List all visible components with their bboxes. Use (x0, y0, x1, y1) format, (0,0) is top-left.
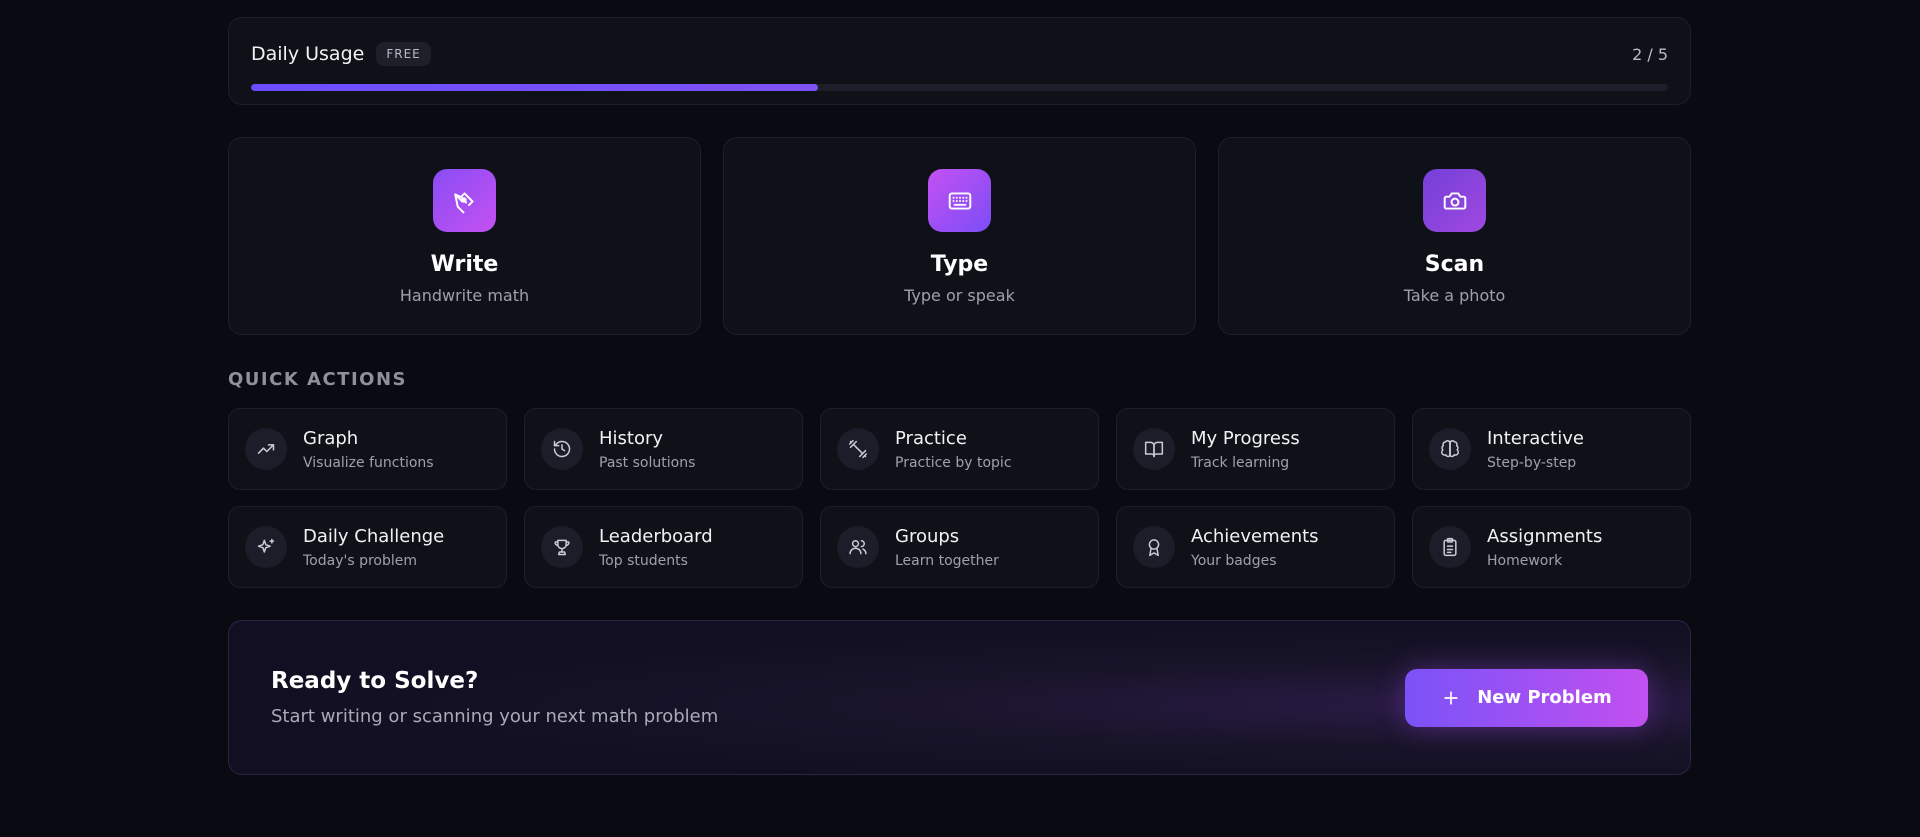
mode-subtitle: Type or speak (904, 286, 1015, 305)
quick-action-title: Practice (895, 427, 967, 449)
brain-icon (1429, 428, 1471, 470)
quick-actions-grid: Graph Visualize functions History Past s… (228, 408, 1691, 588)
write-mode-card[interactable]: Write Handwrite math (228, 137, 701, 335)
usage-count: 2 / 5 (1632, 44, 1668, 64)
history-icon (541, 428, 583, 470)
quick-action-title: Groups (895, 525, 960, 547)
dashboard: Daily Usage FREE 2 / 5 Write Handwrite m… (228, 17, 1691, 775)
quick-action-subtitle: Visualize functions (303, 454, 434, 471)
pen-icon (433, 169, 496, 232)
usage-progress-bar (251, 84, 1668, 91)
quick-action-title: My Progress (1191, 427, 1300, 449)
plus-icon (1441, 688, 1461, 708)
quick-action-subtitle: Learn together (895, 552, 999, 569)
clipboard-icon (1429, 526, 1471, 568)
quick-actions-heading: QUICK ACTIONS (228, 369, 407, 390)
users-icon (837, 526, 879, 568)
camera-icon (1423, 169, 1486, 232)
mode-subtitle: Handwrite math (399, 286, 530, 305)
quick-action-achievements[interactable]: Achievements Your badges (1116, 506, 1395, 588)
usage-progress-fill (251, 84, 818, 91)
quick-action-subtitle: Past solutions (599, 454, 696, 471)
mode-subtitle: Take a photo (1403, 286, 1506, 305)
type-mode-card[interactable]: Type Type or speak (723, 137, 1196, 335)
quick-action-title: Leaderboard (599, 525, 713, 547)
quick-action-title: History (599, 427, 664, 449)
quick-action-title: Interactive (1487, 427, 1584, 449)
quick-action-practice[interactable]: Practice Practice by topic (820, 408, 1099, 490)
quick-action-title: Assignments (1487, 525, 1603, 547)
quick-action-my-progress[interactable]: My Progress Track learning (1116, 408, 1395, 490)
quick-action-subtitle: Your badges (1191, 552, 1277, 569)
quick-action-subtitle: Homework (1487, 552, 1563, 569)
keyboard-icon (928, 169, 991, 232)
quick-action-subtitle: Practice by topic (895, 454, 1012, 471)
award-icon (1133, 526, 1175, 568)
cta-subtitle: Start writing or scanning your next math… (271, 706, 719, 727)
quick-action-subtitle: Step-by-step (1487, 454, 1577, 471)
mode-title: Scan (1424, 252, 1485, 277)
trophy-icon (541, 526, 583, 568)
mode-title: Write (430, 252, 499, 277)
quick-action-subtitle: Track learning (1191, 454, 1290, 471)
cta-title: Ready to Solve? (271, 668, 479, 694)
quick-action-subtitle: Top students (599, 552, 688, 569)
quick-action-interactive[interactable]: Interactive Step-by-step (1412, 408, 1691, 490)
daily-usage-card: Daily Usage FREE 2 / 5 (228, 17, 1691, 105)
quick-action-groups[interactable]: Groups Learn together (820, 506, 1099, 588)
scan-mode-card[interactable]: Scan Take a photo (1218, 137, 1691, 335)
trending-up-icon (245, 428, 287, 470)
input-modes: Write Handwrite math Type Type or speak … (228, 137, 1691, 335)
new-problem-label: New Problem (1477, 687, 1612, 708)
ready-to-solve-banner: Ready to Solve? Start writing or scannin… (228, 620, 1691, 775)
quick-action-daily-challenge[interactable]: Daily Challenge Today's problem (228, 506, 507, 588)
plan-badge: FREE (376, 42, 431, 66)
usage-title: Daily Usage (251, 43, 365, 65)
dumbbell-icon (837, 428, 879, 470)
quick-action-history[interactable]: History Past solutions (524, 408, 803, 490)
new-problem-button[interactable]: New Problem (1405, 668, 1648, 727)
quick-action-leaderboard[interactable]: Leaderboard Top students (524, 506, 803, 588)
quick-action-title: Achievements (1191, 525, 1319, 547)
quick-action-title: Daily Challenge (303, 525, 445, 547)
quick-action-graph[interactable]: Graph Visualize functions (228, 408, 507, 490)
book-open-icon (1133, 428, 1175, 470)
quick-action-assignments[interactable]: Assignments Homework (1412, 506, 1691, 588)
quick-action-title: Graph (303, 427, 359, 449)
mode-title: Type (930, 252, 989, 277)
sparkles-icon (245, 526, 287, 568)
quick-action-subtitle: Today's problem (303, 552, 418, 569)
